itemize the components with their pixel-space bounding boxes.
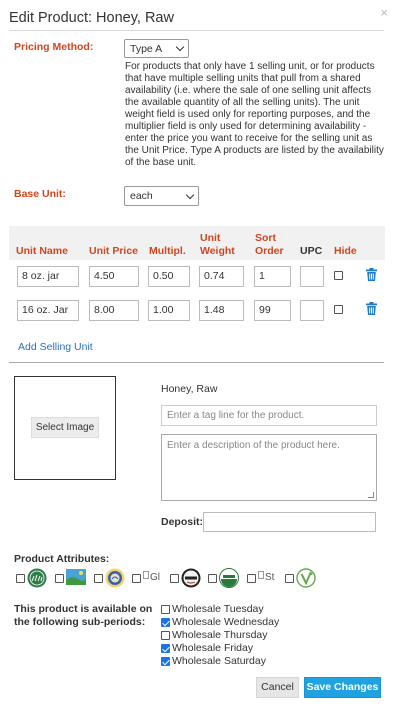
section-divider [9, 362, 384, 363]
upc-input[interactable] [300, 266, 324, 287]
pricing-method-label: Pricing Method: [14, 41, 94, 53]
table-header: Unit Name Unit Price Multipl. Unit Weigh… [9, 226, 385, 260]
subperiod-label: Wholesale Saturday [172, 655, 266, 667]
subperiod-label: Wholesale Wednesday [172, 616, 280, 628]
pricing-method-select[interactable]: Type A [124, 39, 189, 58]
col-unit-weight-line2: Weight [200, 245, 235, 257]
hide-checkbox[interactable] [334, 271, 343, 280]
attribute-checkbox[interactable] [55, 574, 64, 583]
broken-image-icon [258, 571, 264, 579]
certified-seal-badge-icon [105, 568, 125, 588]
col-sort-line2: Order [255, 245, 284, 257]
pricing-method-value: Type A [130, 42, 163, 55]
pricing-method-description: For products that only have 1 selling un… [125, 61, 384, 168]
edit-product-dialog: Edit Product: Honey, Raw × Pricing Metho… [0, 0, 397, 706]
gluten-free-badge-icon [143, 571, 149, 579]
description-textarea[interactable]: Enter a description of the product here. [161, 434, 377, 501]
dialog-title: Edit Product: Honey, Raw [9, 10, 174, 26]
base-unit-value: each [130, 190, 153, 202]
multiplier-input[interactable]: 0.50 [148, 266, 190, 287]
gluten-free-alt-text: Gl [150, 572, 160, 583]
col-unit-name: Unit Name [16, 245, 68, 257]
upc-input[interactable] [300, 300, 324, 321]
attribute-checkbox[interactable] [247, 574, 256, 583]
usda-organic-badge-icon [219, 568, 239, 588]
chevron-down-icon [185, 190, 195, 199]
cancel-button[interactable]: Cancel [256, 677, 299, 698]
subperiod-checkbox[interactable] [161, 644, 170, 653]
col-hide: Hide [334, 245, 357, 257]
subperiods-label: This product is available on the followi… [14, 603, 153, 628]
base-unit-label: Base Unit: [14, 188, 66, 200]
product-name: Honey, Raw [161, 383, 218, 395]
subperiod-label: Wholesale Thursday [172, 629, 268, 641]
attribute-checkbox[interactable] [132, 574, 141, 583]
subperiod-checkbox[interactable] [161, 631, 170, 640]
subperiod-label: Wholesale Friday [172, 642, 254, 654]
unit-weight-input[interactable]: 1.48 [199, 300, 244, 321]
subperiod-checkbox[interactable] [161, 657, 170, 666]
subperiod-label: Wholesale Tuesday [172, 603, 264, 615]
vegan-badge-icon [296, 568, 316, 588]
trash-icon[interactable] [366, 302, 377, 315]
st-alt-text: St [265, 572, 275, 583]
attribute-checkbox[interactable] [208, 574, 217, 583]
trash-icon[interactable] [366, 268, 377, 281]
deposit-label: Deposit: [161, 516, 203, 528]
header-divider [9, 30, 384, 31]
col-sort-line1: Sort [255, 232, 276, 244]
select-image-button[interactable]: Select Image [31, 417, 99, 438]
chevron-down-icon [175, 42, 185, 52]
save-changes-button[interactable]: Save Changes [304, 677, 381, 698]
product-image-box: Select Image [14, 376, 116, 480]
add-selling-unit-link[interactable]: Add Selling Unit [18, 341, 93, 353]
deposit-input[interactable] [203, 512, 376, 532]
close-icon[interactable]: × [380, 5, 388, 20]
animal-welfare-badge-icon [181, 568, 201, 588]
subperiod-checkbox[interactable] [161, 605, 170, 614]
product-attributes-label: Product Attributes: [14, 553, 110, 565]
description-placeholder: Enter a description of the product here. [167, 440, 340, 451]
hide-checkbox[interactable] [334, 305, 343, 314]
attribute-checkbox[interactable] [170, 574, 179, 583]
attribute-checkbox[interactable] [285, 574, 294, 583]
unit-name-input[interactable]: 16 oz. Jar [17, 300, 79, 321]
col-unit-price: Unit Price [89, 245, 139, 257]
grass-fed-badge-icon [27, 568, 47, 588]
attribute-checkbox[interactable] [94, 574, 103, 583]
unit-price-input[interactable]: 4.50 [89, 266, 139, 287]
attribute-checkbox[interactable] [16, 574, 25, 583]
sort-order-input[interactable]: 99 [254, 300, 291, 321]
pasture-raised-badge-icon [66, 569, 86, 585]
multiplier-input[interactable]: 1.00 [148, 300, 190, 321]
base-unit-select[interactable]: each [124, 186, 199, 206]
resize-grip-icon[interactable] [368, 492, 374, 498]
unit-price-input[interactable]: 8.00 [89, 300, 139, 321]
sort-order-input[interactable]: 1 [254, 266, 291, 287]
subperiod-checkbox[interactable] [161, 618, 170, 627]
col-upc: UPC [300, 245, 323, 257]
col-unit-weight-line1: Unit [200, 232, 221, 244]
unit-name-input[interactable]: 8 oz. jar [17, 266, 79, 287]
unit-weight-input[interactable]: 0.74 [199, 266, 244, 287]
col-multiplier: Multipl. [149, 245, 186, 257]
tagline-input[interactable]: Enter a tag line for the product. [161, 405, 377, 426]
